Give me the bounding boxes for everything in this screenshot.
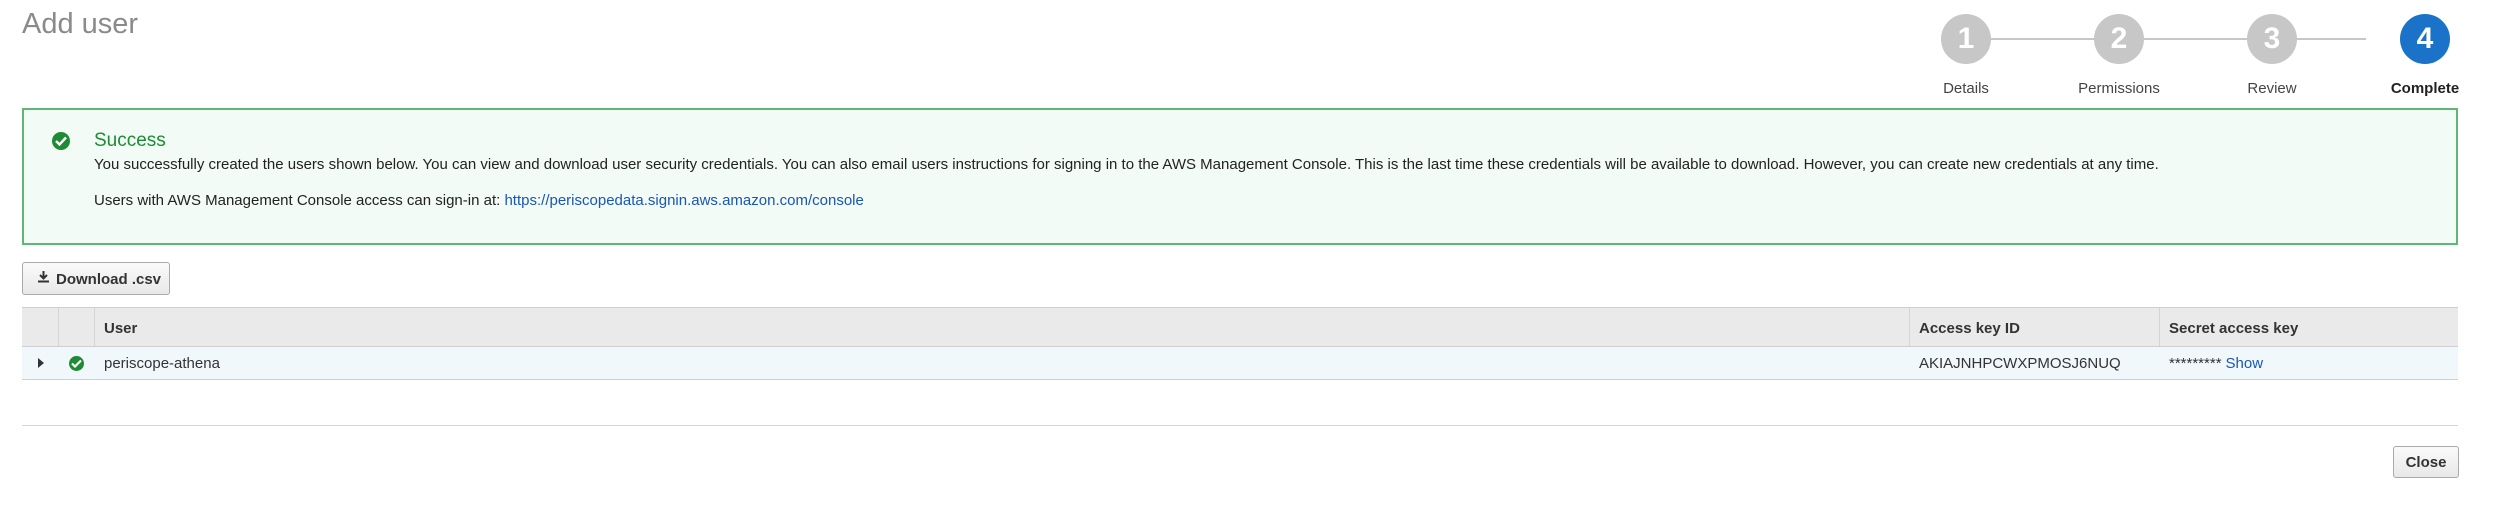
table-header: User Access key ID Secret access key xyxy=(22,307,2458,347)
table-row: periscope-athena AKIAJNHPCWXPMOSJ6NUQ **… xyxy=(22,347,2458,380)
download-icon xyxy=(37,263,50,294)
alert-title: Success xyxy=(94,130,166,151)
show-secret-link[interactable]: Show xyxy=(2226,355,2264,372)
step-label: Complete xyxy=(2390,80,2460,97)
check-circle-icon xyxy=(69,356,84,371)
step-complete: 4 Complete xyxy=(2365,14,2485,97)
user-name: periscope-athena xyxy=(104,355,220,372)
step-number: 2 xyxy=(2094,14,2144,64)
column-divider xyxy=(58,308,59,346)
users-table: User Access key ID Secret access key per… xyxy=(22,307,2458,380)
success-alert: Success You successfully created the use… xyxy=(22,108,2458,245)
secret-masked: ********* xyxy=(2169,355,2222,372)
alert-message: You successfully created the users shown… xyxy=(94,156,2159,173)
step-number: 1 xyxy=(1941,14,1991,64)
step-label: Review xyxy=(2247,80,2297,97)
signin-info: Users with AWS Management Console access… xyxy=(94,192,864,209)
column-divider xyxy=(1909,308,1910,346)
step-review: 3 Review xyxy=(2212,14,2332,97)
secret-access-key: ********* Show xyxy=(2169,355,2263,372)
download-label: Download .csv xyxy=(56,271,162,288)
wizard-steps: 1 Details 2 Permissions 3 Review 4 Compl… xyxy=(1900,14,2460,104)
step-number: 3 xyxy=(2247,14,2297,64)
footer-divider xyxy=(22,425,2458,426)
access-key-id: AKIAJNHPCWXPMOSJ6NUQ xyxy=(1919,355,2121,372)
column-divider xyxy=(2159,308,2160,346)
column-header-access-key-id[interactable]: Access key ID xyxy=(1919,320,2020,337)
close-button[interactable]: Close xyxy=(2393,446,2459,478)
signin-prefix: Users with AWS Management Console access… xyxy=(94,192,505,209)
signin-url-link[interactable]: https://periscopedata.signin.aws.amazon.… xyxy=(504,192,863,209)
expand-caret-icon[interactable] xyxy=(38,358,44,368)
check-circle-icon xyxy=(52,132,70,150)
download-csv-button[interactable]: Download .csv xyxy=(22,262,170,295)
step-details: 1 Details xyxy=(1906,14,2026,97)
column-header-secret-access-key[interactable]: Secret access key xyxy=(2169,320,2298,337)
step-permissions: 2 Permissions xyxy=(2059,14,2179,97)
page-title: Add user xyxy=(22,8,139,40)
step-label: Permissions xyxy=(2078,80,2160,97)
column-header-user[interactable]: User xyxy=(104,320,137,337)
step-number: 4 xyxy=(2400,14,2450,64)
step-label: Details xyxy=(1943,80,1989,97)
column-divider xyxy=(94,308,95,346)
